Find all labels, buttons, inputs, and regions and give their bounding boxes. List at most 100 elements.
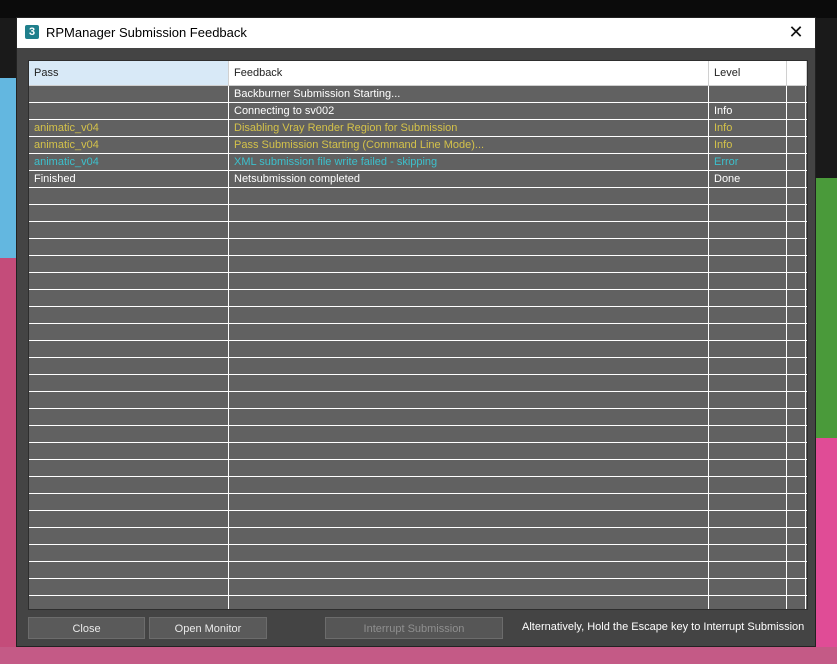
- viewport-background-left: [0, 18, 16, 664]
- table-row[interactable]: [29, 392, 807, 409]
- cell-level: [709, 426, 787, 442]
- cell-level: Info: [709, 103, 787, 119]
- cell-feedback: [229, 341, 709, 357]
- cell-pass: [29, 324, 229, 340]
- title-bar[interactable]: 3 RPManager Submission Feedback ✕: [17, 18, 815, 48]
- cell-feedback: [229, 392, 709, 408]
- interrupt-submission-button[interactable]: Interrupt Submission: [325, 617, 503, 639]
- cell-pass: [29, 188, 229, 204]
- cell-feedback: [229, 460, 709, 476]
- viewport-background-right: [816, 18, 837, 664]
- table-row[interactable]: animatic_v04 Disabling Vray Render Region…: [29, 120, 807, 137]
- cell-level: [709, 409, 787, 425]
- table-row[interactable]: [29, 460, 807, 477]
- table-row[interactable]: [29, 188, 807, 205]
- table-row[interactable]: animatic_v04 Pass Submission Starting (Co…: [29, 137, 807, 154]
- cell-level: [709, 443, 787, 459]
- table-row[interactable]: [29, 545, 807, 562]
- cell-level: Info: [709, 137, 787, 153]
- table-row[interactable]: [29, 528, 807, 545]
- cell-level: [709, 290, 787, 306]
- cell-pass: [29, 460, 229, 476]
- cell-feedback: Netsubmission completed: [229, 171, 709, 187]
- cell-pass: [29, 579, 229, 595]
- column-header-pass[interactable]: Pass: [29, 61, 229, 85]
- cell-pass: [29, 562, 229, 578]
- table-row[interactable]: [29, 205, 807, 222]
- column-header-extra[interactable]: [787, 61, 807, 85]
- cell-level: [709, 222, 787, 238]
- cell-pass: Finished: [29, 171, 229, 187]
- close-icon[interactable]: ✕: [785, 21, 807, 43]
- cell-pass: animatic_v04: [29, 120, 229, 136]
- close-button[interactable]: Close: [28, 617, 145, 639]
- table-row[interactable]: [29, 222, 807, 239]
- table-row[interactable]: [29, 256, 807, 273]
- cell-extra: [787, 290, 806, 306]
- cell-feedback: [229, 477, 709, 493]
- cell-level: [709, 341, 787, 357]
- cell-extra: [787, 392, 806, 408]
- cell-pass: [29, 239, 229, 255]
- cell-pass: [29, 426, 229, 442]
- table-row[interactable]: [29, 358, 807, 375]
- cell-level: [709, 324, 787, 340]
- cell-pass: [29, 409, 229, 425]
- table-row[interactable]: [29, 443, 807, 460]
- cell-level: [709, 86, 787, 102]
- cell-extra: [787, 528, 806, 544]
- cell-level: [709, 477, 787, 493]
- app-3dsmax-icon: 3: [25, 25, 39, 39]
- table-row[interactable]: [29, 324, 807, 341]
- cell-feedback: Connecting to sv002: [229, 103, 709, 119]
- feedback-table[interactable]: Pass Feedback Level Backburner Submissio…: [28, 60, 808, 610]
- table-row[interactable]: [29, 579, 807, 596]
- table-row[interactable]: [29, 494, 807, 511]
- table-body: Backburner Submission Starting... Connect…: [29, 86, 807, 609]
- cell-pass: [29, 273, 229, 289]
- table-row[interactable]: [29, 562, 807, 579]
- cell-feedback: [229, 562, 709, 578]
- cell-feedback: [229, 596, 709, 609]
- cell-level: [709, 562, 787, 578]
- table-row[interactable]: [29, 341, 807, 358]
- submission-feedback-dialog: 3 RPManager Submission Feedback ✕ Pass F…: [16, 17, 816, 647]
- cell-pass: [29, 545, 229, 561]
- table-row[interactable]: [29, 477, 807, 494]
- cell-feedback: [229, 579, 709, 595]
- cell-level: [709, 392, 787, 408]
- cell-pass: [29, 511, 229, 527]
- cell-feedback: [229, 239, 709, 255]
- table-header: Pass Feedback Level: [29, 61, 807, 86]
- cell-feedback: [229, 358, 709, 374]
- table-row[interactable]: [29, 511, 807, 528]
- table-row[interactable]: [29, 596, 807, 609]
- cell-feedback: [229, 222, 709, 238]
- table-row[interactable]: [29, 375, 807, 392]
- cell-level: [709, 545, 787, 561]
- table-row[interactable]: Finished Netsubmission completed Done: [29, 171, 807, 188]
- table-row[interactable]: [29, 239, 807, 256]
- escape-hint-text: Alternatively, Hold the Escape key to In…: [522, 621, 805, 633]
- cell-extra: [787, 256, 806, 272]
- cell-pass: [29, 341, 229, 357]
- cell-level: [709, 239, 787, 255]
- table-row[interactable]: animatic_v04 XML submission file write fa…: [29, 154, 807, 171]
- table-row[interactable]: [29, 273, 807, 290]
- table-row[interactable]: [29, 290, 807, 307]
- cell-pass: [29, 528, 229, 544]
- cell-extra: [787, 86, 806, 102]
- column-header-level[interactable]: Level: [709, 61, 787, 85]
- cell-level: [709, 375, 787, 391]
- table-row[interactable]: Backburner Submission Starting...: [29, 86, 807, 103]
- table-row[interactable]: [29, 307, 807, 324]
- cell-pass: animatic_v04: [29, 137, 229, 153]
- table-row[interactable]: Connecting to sv002 Info: [29, 103, 807, 120]
- cell-level: [709, 596, 787, 609]
- cell-extra: [787, 426, 806, 442]
- column-header-feedback[interactable]: Feedback: [229, 61, 709, 85]
- cell-level: Error: [709, 154, 787, 170]
- open-monitor-button[interactable]: Open Monitor: [149, 617, 267, 639]
- table-row[interactable]: [29, 409, 807, 426]
- table-row[interactable]: [29, 426, 807, 443]
